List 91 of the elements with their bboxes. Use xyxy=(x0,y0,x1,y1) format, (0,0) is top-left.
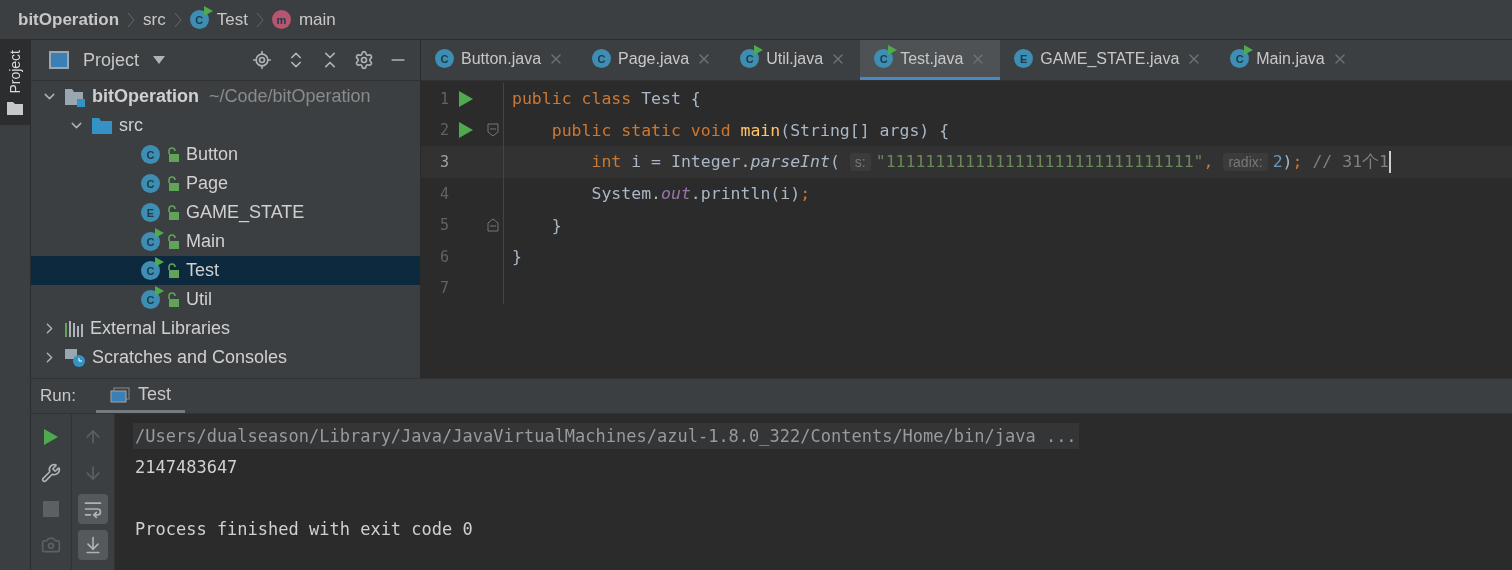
tab-label: Page.java xyxy=(618,49,690,68)
run-gutter-icon[interactable] xyxy=(458,121,474,140)
run-gutter-icon[interactable] xyxy=(458,89,474,108)
tree-item-label: src xyxy=(119,115,143,136)
unlocked-lock-icon xyxy=(166,233,180,250)
module-path: ~/Code/bitOperation xyxy=(209,86,371,107)
tree-row[interactable]: C Util xyxy=(31,285,420,314)
tree-row[interactable]: bitOperation ~/Code/bitOperation xyxy=(31,82,420,111)
chevron-right-icon xyxy=(173,11,182,28)
editor-tab[interactable]: C Test.java xyxy=(860,40,1001,80)
code-line: System.out.println(i); xyxy=(591,184,811,204)
class-icon: C xyxy=(141,174,160,193)
unlocked-lock-icon xyxy=(166,204,180,221)
window-icon xyxy=(49,51,69,69)
settings-icon[interactable] xyxy=(354,50,374,70)
console-icon xyxy=(109,386,130,403)
method-icon: m xyxy=(271,10,291,29)
line-number: 1 xyxy=(438,89,449,108)
text-caret xyxy=(1389,151,1391,173)
fold-icon[interactable] xyxy=(487,218,499,233)
tree-item-label: External Libraries xyxy=(90,318,231,339)
libraries-icon xyxy=(64,319,84,338)
unlocked-lock-icon xyxy=(166,175,180,192)
code-line: } xyxy=(551,215,562,235)
tab-label: Util.java xyxy=(766,49,824,68)
line-number: 5 xyxy=(438,216,449,235)
editor-tab[interactable]: C Button.java xyxy=(421,40,579,80)
tab-label: Main.java xyxy=(1256,49,1325,68)
line-number: 3 xyxy=(438,153,449,171)
editor-tab[interactable]: C Util.java xyxy=(726,40,861,80)
fold-icon[interactable] xyxy=(487,123,499,138)
tree-row[interactable]: C Main xyxy=(31,227,420,256)
tree-row[interactable]: C Test xyxy=(31,256,420,285)
wrench-icon[interactable] xyxy=(41,463,61,483)
code-line: int i = Integer.parseInt( s: "1111111111111111111111111111111", radix: 2); // 31个1 xyxy=(591,151,1389,173)
class-icon: E xyxy=(1014,49,1034,68)
rerun-icon[interactable] xyxy=(43,428,59,446)
breadcrumb-item[interactable]: bitOperation xyxy=(18,9,120,30)
panel-title[interactable]: Project xyxy=(83,49,140,71)
tree-item-label: Scratches and Consoles xyxy=(92,347,288,368)
tree-item-label: bitOperation xyxy=(92,86,199,107)
tree-row[interactable]: E GAME_STATE xyxy=(31,198,420,227)
tree-row[interactable]: src xyxy=(31,111,420,140)
breadcrumb-item[interactable]: src xyxy=(143,9,166,30)
scratches-icon xyxy=(64,347,86,368)
tree-row[interactable]: C Page xyxy=(31,169,420,198)
class-icon: C xyxy=(141,145,160,164)
tree-item-label: Util xyxy=(186,289,212,310)
tree-item-label: Page xyxy=(186,173,229,194)
folder-icon xyxy=(91,116,113,135)
tab-label: GAME_STATE.java xyxy=(1040,49,1180,68)
line-number: 4 xyxy=(438,184,449,203)
editor-tab[interactable]: C Main.java xyxy=(1216,40,1362,80)
console-line: Process finished with exit code 0 xyxy=(134,517,474,541)
line-number: 2 xyxy=(438,121,449,140)
editor-tab[interactable]: E GAME_STATE.java xyxy=(1000,40,1217,80)
folder-icon xyxy=(7,101,23,115)
class-icon: C xyxy=(592,49,612,68)
unlocked-lock-icon xyxy=(166,291,180,308)
unlocked-lock-icon xyxy=(166,146,180,163)
run-tab[interactable]: Test xyxy=(95,379,185,413)
tree-item-label: Test xyxy=(186,260,219,281)
scroll-to-end-icon[interactable] xyxy=(83,535,103,555)
code-line: public static void main(String[] args) { xyxy=(551,120,950,140)
line-number: 6 xyxy=(438,247,449,266)
class-icon: E xyxy=(141,203,160,222)
module-folder-icon xyxy=(64,86,86,107)
panel-title: Run: xyxy=(40,386,76,406)
code-line: } xyxy=(512,247,522,267)
locate-icon[interactable] xyxy=(252,50,272,70)
console-line: 2147483647 xyxy=(134,455,239,479)
dropdown-caret-icon[interactable] xyxy=(153,56,166,64)
class-icon: C xyxy=(435,49,454,68)
code-line: public class Test { xyxy=(512,89,701,109)
tab-label: Test.java xyxy=(900,49,964,68)
unlocked-lock-icon xyxy=(166,262,180,279)
tree-row[interactable]: External Libraries xyxy=(31,314,420,343)
breadcrumb-item[interactable]: main xyxy=(298,9,336,30)
line-number: 7 xyxy=(438,279,449,298)
tool-window-button[interactable]: Project xyxy=(0,40,30,125)
tab-label: Button.java xyxy=(461,49,542,68)
tree-row[interactable]: Scratches and Consoles xyxy=(31,343,420,372)
chevron-right-icon xyxy=(127,11,136,28)
soft-wrap-icon[interactable] xyxy=(83,499,103,519)
tree-item-label: Main xyxy=(186,231,225,252)
chevron-right-icon xyxy=(255,11,264,28)
tree-item-label: GAME_STATE xyxy=(186,202,305,223)
breadcrumb-item[interactable]: Test xyxy=(216,9,248,30)
editor-tab[interactable]: C Page.java xyxy=(578,40,727,80)
tree-item-label: Button xyxy=(186,144,239,165)
tree-row[interactable]: C Button xyxy=(31,140,420,169)
